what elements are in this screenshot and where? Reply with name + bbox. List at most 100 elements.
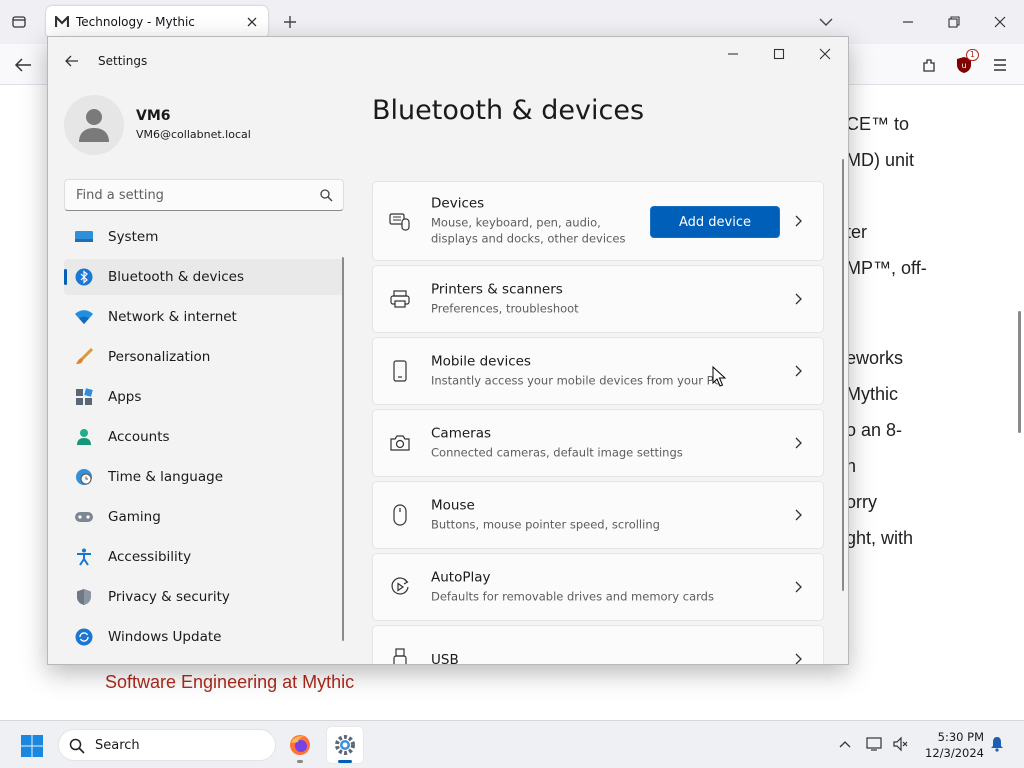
close-window-icon[interactable]: [990, 12, 1010, 32]
active-indicator: [64, 269, 67, 285]
printer-icon: [389, 288, 411, 310]
find-setting-input[interactable]: Find a setting: [64, 179, 344, 211]
user-name: VM6: [136, 108, 171, 124]
web-text-line: MP™, off-: [846, 258, 927, 278]
web-text-line: Mythic: [846, 384, 899, 404]
paintbrush-icon: [74, 347, 94, 367]
autoplay-card[interactable]: AutoPlay Defaults for removable drives a…: [372, 553, 824, 621]
page-title: Bluetooth & devices: [372, 95, 645, 126]
globe-clock-icon: [74, 467, 94, 487]
close-tab-icon[interactable]: [244, 14, 260, 30]
notification-bell-icon[interactable]: [988, 735, 1006, 753]
tab-list-icon[interactable]: [8, 11, 30, 33]
extensions-icon[interactable]: [918, 54, 940, 76]
chevron-right-icon[interactable]: [791, 651, 807, 664]
card-title: USB: [431, 652, 459, 665]
settings-maximize-icon[interactable]: [768, 43, 790, 65]
hamburger-menu-icon[interactable]: [989, 54, 1011, 76]
active-indicator: [338, 760, 352, 763]
add-device-button[interactable]: Add device: [650, 206, 780, 238]
settings-window: Settings VM6 VM6@collabnet.local Find a …: [47, 36, 849, 665]
clock-date: 12/3/2024: [925, 746, 984, 760]
card-subtitle: Connected cameras, default image setting…: [431, 445, 683, 460]
nav-scrollbar[interactable]: [342, 257, 344, 641]
nav-label: Apps: [108, 389, 142, 405]
avatar: [64, 95, 124, 155]
web-text-line: ter: [846, 222, 868, 242]
new-tab-icon[interactable]: [280, 12, 300, 32]
nav-item-bluetooth[interactable]: Bluetooth & devices: [64, 259, 344, 295]
card-text: Mobile devices Instantly access your mob…: [431, 354, 722, 389]
network-status-icon[interactable]: [866, 735, 884, 753]
taskbar-search-box[interactable]: Search: [58, 729, 276, 761]
chevron-right-icon[interactable]: [791, 435, 807, 451]
card-subtitle: Preferences, troubleshoot: [431, 301, 579, 316]
software-engineering-link[interactable]: Software Engineering at Mythic: [105, 672, 354, 693]
nav-item-system[interactable]: System: [64, 219, 344, 255]
nav-item-network[interactable]: Network & internet: [64, 299, 344, 335]
list-all-tabs-icon[interactable]: [816, 12, 836, 32]
printers-scanners-card[interactable]: Printers & scanners Preferences, trouble…: [372, 265, 824, 333]
settings-close-icon[interactable]: [814, 43, 836, 65]
mouse-card[interactable]: Mouse Buttons, mouse pointer speed, scro…: [372, 481, 824, 549]
nav-item-accessibility[interactable]: Accessibility: [64, 539, 344, 575]
card-subtitle: Defaults for removable drives and memory…: [431, 589, 714, 604]
usb-card[interactable]: USB: [372, 625, 824, 665]
taskbar-search-label: Search: [95, 738, 140, 753]
mythic-favicon-icon: [54, 14, 70, 30]
nav-label: Time & language: [108, 469, 224, 485]
system-clock[interactable]: 5:30 PM 12/3/2024: [918, 729, 984, 761]
content-scrollbar[interactable]: [842, 159, 844, 591]
card-text: Mouse Buttons, mouse pointer speed, scro…: [431, 498, 660, 533]
nav-item-gaming[interactable]: Gaming: [64, 499, 344, 535]
cameras-card[interactable]: Cameras Connected cameras, default image…: [372, 409, 824, 477]
card-text: Devices Mouse, keyboard, pen, audio, dis…: [431, 196, 631, 247]
bluetooth-icon: [74, 267, 94, 287]
web-text-line: o an 8-: [846, 420, 903, 440]
usb-icon: [389, 648, 411, 664]
web-text-line: eworks: [846, 348, 904, 368]
nav-item-accounts[interactable]: Accounts: [64, 419, 344, 455]
volume-muted-icon[interactable]: [892, 735, 910, 753]
nav-item-time-language[interactable]: Time & language: [64, 459, 344, 495]
settings-taskbar-icon[interactable]: [327, 727, 363, 763]
nav-item-windows-update[interactable]: Windows Update: [64, 619, 344, 655]
chevron-right-icon[interactable]: [791, 507, 807, 523]
chevron-right-icon[interactable]: [791, 291, 807, 307]
restore-icon[interactable]: [944, 12, 964, 32]
autoplay-icon: [389, 576, 411, 598]
browser-tab[interactable]: Technology - Mythic: [46, 6, 268, 38]
back-arrow-icon[interactable]: [12, 54, 34, 76]
monitor-icon: [74, 227, 94, 247]
chevron-up-icon[interactable]: [836, 735, 854, 753]
windows-start-icon[interactable]: [20, 734, 44, 758]
settings-nav: System Bluetooth & devices Network & int…: [64, 219, 344, 659]
card-title: AutoPlay: [431, 569, 491, 586]
clock-time: 5:30 PM: [937, 730, 984, 744]
search-icon: [69, 738, 85, 754]
mouse-icon: [389, 504, 411, 526]
ublock-origin-icon[interactable]: u 1: [953, 49, 979, 76]
nav-item-personalization[interactable]: Personalization: [64, 339, 344, 375]
settings-back-icon[interactable]: [62, 51, 82, 71]
devices-card[interactable]: Devices Mouse, keyboard, pen, audio, dis…: [372, 181, 824, 261]
chevron-right-icon[interactable]: [791, 579, 807, 595]
card-title: Printers & scanners: [431, 281, 563, 298]
person-icon: [74, 427, 94, 447]
card-title: Mobile devices: [431, 353, 531, 370]
page-scrollbar[interactable]: [1018, 311, 1021, 433]
mobile-devices-card[interactable]: Mobile devices Instantly access your mob…: [372, 337, 824, 405]
card-text: Cameras Connected cameras, default image…: [431, 426, 683, 461]
settings-minimize-icon[interactable]: [722, 43, 744, 65]
phone-icon: [389, 360, 411, 382]
firefox-taskbar-icon[interactable]: [282, 727, 318, 763]
web-text-line: orry: [846, 492, 877, 512]
minimize-icon[interactable]: [898, 12, 918, 32]
chevron-right-icon[interactable]: [791, 363, 807, 379]
nav-item-apps[interactable]: Apps: [64, 379, 344, 415]
shield-icon: [74, 587, 94, 607]
nav-item-privacy[interactable]: Privacy & security: [64, 579, 344, 615]
user-profile[interactable]: VM6 VM6@collabnet.local: [64, 95, 344, 155]
chevron-right-icon[interactable]: [791, 213, 807, 229]
card-subtitle: Buttons, mouse pointer speed, scrolling: [431, 517, 660, 532]
